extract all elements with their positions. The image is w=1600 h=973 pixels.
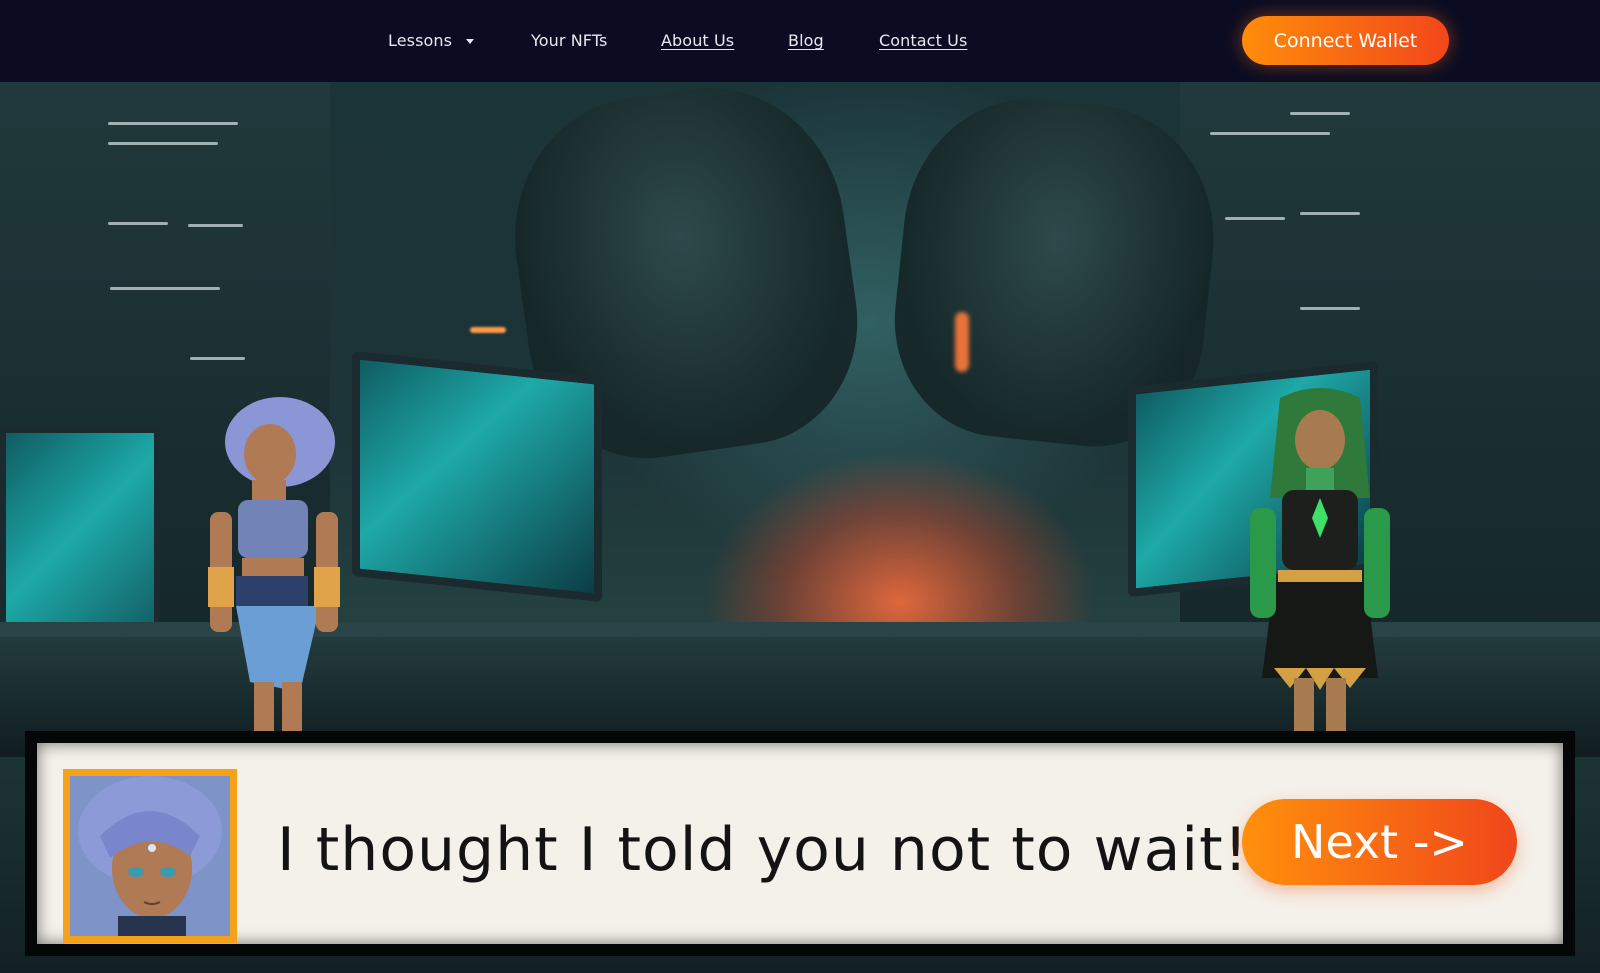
- wall-light: [110, 287, 220, 290]
- wall-light: [1290, 112, 1350, 115]
- wall-light: [1300, 212, 1360, 215]
- nav-your-nfts[interactable]: Your NFTs: [531, 31, 608, 50]
- nav-blog[interactable]: Blog: [788, 31, 824, 50]
- wall-light: [1300, 307, 1360, 310]
- wall-light: [1210, 132, 1330, 135]
- next-button[interactable]: Next ->: [1242, 799, 1517, 885]
- wall-light: [108, 222, 168, 225]
- speaker-portrait: [63, 769, 237, 943]
- nav-lessons[interactable]: Lessons: [388, 31, 452, 50]
- wall-light: [188, 224, 243, 227]
- caret-down-icon[interactable]: [466, 39, 474, 44]
- dialog-panel: I thought I told you not to wait! Next -…: [25, 731, 1575, 956]
- wall-light: [190, 357, 245, 360]
- spark-glow: [955, 312, 969, 372]
- dialog-box: I thought I told you not to wait! Next -…: [37, 743, 1563, 944]
- nav-about-us[interactable]: About Us: [661, 31, 734, 50]
- dialog-text: I thought I told you not to wait!: [277, 815, 1249, 885]
- connect-wallet-button[interactable]: Connect Wallet: [1242, 16, 1449, 65]
- wall-light: [108, 142, 218, 145]
- wall-light: [108, 122, 238, 125]
- speaker-avatar-icon: [70, 776, 230, 936]
- nav-contact-us[interactable]: Contact Us: [879, 31, 967, 50]
- top-nav: Lessons Your NFTs About Us Blog Contact …: [0, 0, 1600, 82]
- spark-glow: [470, 327, 506, 333]
- wall-light: [1225, 217, 1285, 220]
